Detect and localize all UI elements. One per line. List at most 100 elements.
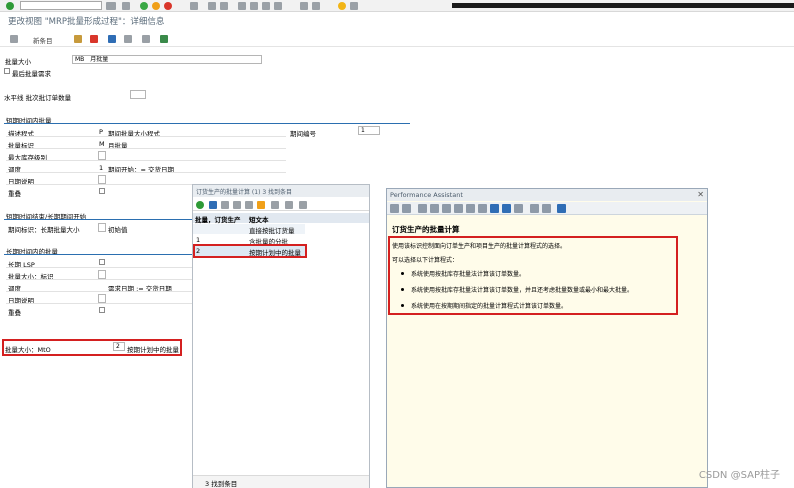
find-icon[interactable] bbox=[208, 2, 216, 10]
lot-size-mto-popup: 订货生产的批量计算 (1) 3 找到条目 批量，订货生产 短文本 直接按批订货量… bbox=[192, 184, 370, 488]
overlap-checkbox[interactable] bbox=[99, 188, 105, 194]
entries-found-text: 3 找到条目 bbox=[205, 480, 238, 488]
selected-row-highlight bbox=[193, 244, 307, 258]
filter-icon[interactable] bbox=[221, 201, 229, 209]
row-divider bbox=[6, 172, 286, 173]
window-icon[interactable] bbox=[557, 204, 566, 213]
print-icon[interactable] bbox=[190, 2, 198, 10]
row-divider bbox=[6, 279, 192, 280]
previous-entry-icon[interactable] bbox=[124, 35, 132, 43]
new-entries-button[interactable]: 新条目 bbox=[33, 35, 53, 45]
previous-page-icon[interactable] bbox=[250, 2, 258, 10]
max-stock-level-field[interactable] bbox=[98, 151, 106, 160]
settings-icon[interactable] bbox=[514, 204, 523, 213]
long-term-overlap-checkbox[interactable] bbox=[99, 307, 105, 313]
assistant-title-bar: Performance Assistant bbox=[387, 189, 707, 201]
find-next-icon[interactable] bbox=[220, 2, 228, 10]
period-indicator-label: 期间标识：长期批量大小 bbox=[8, 226, 80, 234]
last-lot-exact-label: 最后批量需求 bbox=[12, 70, 51, 78]
info-icon[interactable] bbox=[299, 201, 307, 209]
glossary-icon[interactable] bbox=[478, 204, 487, 213]
period-count-field[interactable]: 1 bbox=[358, 126, 380, 135]
command-field[interactable] bbox=[20, 1, 102, 10]
navigation-icon[interactable] bbox=[466, 204, 475, 213]
columns-icon[interactable] bbox=[245, 201, 253, 209]
horizon-label: 水平线 批次批订单数量 bbox=[4, 94, 72, 102]
long-term-lsp-checkbox[interactable] bbox=[99, 259, 105, 265]
table-row[interactable]: 直接按批订货量 bbox=[193, 224, 305, 235]
row-divider bbox=[6, 148, 286, 149]
save-icon[interactable] bbox=[122, 2, 130, 10]
row-text: 直接按批订货量 bbox=[249, 227, 295, 235]
section-divider bbox=[4, 219, 192, 220]
accept-icon[interactable] bbox=[196, 201, 204, 209]
enter-icon[interactable] bbox=[6, 2, 14, 10]
assistant-intro: 使用该标识控制面向订单生产和项目生产的批量计算程式的选择。 bbox=[392, 243, 567, 250]
next-page-icon[interactable] bbox=[262, 2, 270, 10]
display-change-icon[interactable] bbox=[10, 35, 18, 43]
print-icon[interactable] bbox=[271, 201, 279, 209]
back-icon[interactable] bbox=[390, 204, 399, 213]
double-chevron-icon[interactable] bbox=[106, 2, 116, 10]
select-all-icon[interactable] bbox=[160, 35, 168, 43]
last-page-icon[interactable] bbox=[274, 2, 282, 10]
cancel-icon[interactable] bbox=[164, 2, 172, 10]
section-divider bbox=[4, 123, 410, 124]
export-icon[interactable] bbox=[542, 204, 551, 213]
assistant-bullet: 系统使用按批库存批量法计算该订单数量。 bbox=[411, 271, 526, 278]
close-icon[interactable]: ✕ bbox=[697, 190, 704, 199]
popup-title: 订货生产的批量计算 (1) 3 找到条目 bbox=[193, 185, 369, 197]
delete-icon[interactable] bbox=[90, 35, 98, 43]
page-title: 更改视图 "MRP批量形成过程"：详细信息 bbox=[8, 17, 165, 27]
last-lot-exact-checkbox[interactable] bbox=[4, 68, 10, 74]
initial-value-label: 初始值 bbox=[108, 226, 128, 234]
long-term-lot-size-field[interactable] bbox=[98, 270, 106, 279]
assistant-bullet: 系统使用按批库存批量法计算该订单数量，并且还考虑批量数量或最小和最大批量。 bbox=[411, 287, 634, 294]
first-page-icon[interactable] bbox=[238, 2, 246, 10]
row-divider bbox=[6, 303, 192, 304]
forward-icon[interactable] bbox=[402, 204, 411, 213]
back-icon[interactable] bbox=[140, 2, 148, 10]
watermark: CSDN @SAP柱子 bbox=[698, 470, 780, 481]
mto-text: 按期计划中的批量 bbox=[127, 346, 179, 354]
mto-code-field[interactable]: 2 bbox=[113, 342, 125, 351]
lot-size-field[interactable]: MB 月批量 bbox=[72, 55, 262, 64]
row-divider bbox=[6, 160, 286, 161]
new-session-icon[interactable] bbox=[300, 2, 308, 10]
technical-info-icon[interactable] bbox=[442, 204, 451, 213]
long-term-row-label: 重叠 bbox=[8, 309, 21, 317]
tools-icon[interactable] bbox=[257, 201, 265, 209]
export-icon[interactable] bbox=[285, 201, 293, 209]
row-divider bbox=[6, 267, 192, 268]
search-icon[interactable] bbox=[430, 204, 439, 213]
display-icon[interactable] bbox=[490, 204, 499, 213]
horizon-field[interactable] bbox=[130, 90, 146, 99]
bookmark-icon[interactable] bbox=[502, 204, 511, 213]
short-term-row-code: M bbox=[99, 140, 105, 148]
help-icon[interactable] bbox=[338, 2, 346, 10]
system-toolbar bbox=[0, 0, 794, 12]
undo-icon[interactable] bbox=[108, 35, 116, 43]
assistant-heading: 订货生产的批量计算 bbox=[392, 225, 460, 234]
table-header: 批量，订货生产 短文本 bbox=[193, 213, 369, 224]
assistant-title: Performance Assistant bbox=[390, 191, 463, 199]
short-term-row-code: P bbox=[99, 128, 103, 136]
copy-icon[interactable] bbox=[74, 35, 82, 43]
performance-assistant-window: Performance Assistant ✕ 订货生产的批量计算 使用该标识控… bbox=[386, 188, 708, 488]
print-icon[interactable] bbox=[530, 204, 539, 213]
date-interpretation-field[interactable] bbox=[98, 175, 106, 184]
assistant-options-intro: 可以选择以下计算程式： bbox=[392, 257, 459, 264]
layout-menu-icon[interactable] bbox=[350, 2, 358, 10]
exit-icon[interactable] bbox=[152, 2, 160, 10]
lot-size-label: 批量大小 bbox=[5, 58, 31, 66]
period-indicator-field[interactable] bbox=[98, 223, 106, 232]
technical-icon[interactable] bbox=[454, 204, 463, 213]
long-term-date-field[interactable] bbox=[98, 294, 106, 303]
next-entry-icon[interactable] bbox=[142, 35, 150, 43]
shortcut-icon[interactable] bbox=[312, 2, 320, 10]
cancel-icon[interactable] bbox=[209, 201, 217, 209]
sort-icon[interactable] bbox=[233, 201, 241, 209]
document-icon[interactable] bbox=[418, 204, 427, 213]
row-key: 1 bbox=[196, 236, 201, 244]
application-toolbar: 新条目 bbox=[0, 31, 794, 47]
